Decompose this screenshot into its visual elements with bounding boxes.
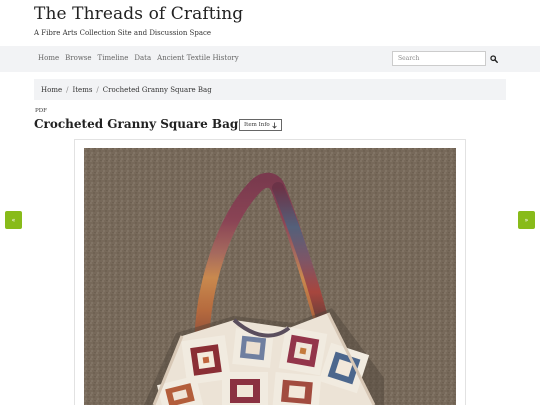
arrow-down-icon — [271, 122, 277, 129]
site-title[interactable]: The Threads of Crafting — [34, 4, 243, 24]
search-button[interactable] — [488, 52, 500, 65]
previous-item-button[interactable]: « — [5, 211, 22, 229]
item-info-button[interactable]: Item Info — [239, 119, 282, 131]
nav-item-data[interactable]: Data — [134, 54, 151, 62]
breadcrumb: Home / Items / Crocheted Granny Square B… — [34, 79, 506, 100]
breadcrumb-home[interactable]: Home — [41, 86, 62, 94]
breadcrumb-separator: / — [66, 85, 69, 94]
nav-item-browse[interactable]: Browse — [65, 54, 91, 62]
breadcrumb-separator: / — [96, 85, 99, 94]
item-photo — [84, 148, 456, 405]
breadcrumb-current: Crocheted Granny Square Bag — [102, 85, 212, 94]
crocheted-bag-image — [84, 148, 456, 405]
search-input[interactable] — [392, 51, 486, 66]
nav-item-timeline[interactable]: Timeline — [98, 54, 129, 62]
file-type-label: PDF — [35, 108, 47, 114]
search-icon — [490, 54, 498, 63]
nav-links: Home Browse Timeline Data Ancient Textil… — [38, 54, 239, 62]
nav-item-home[interactable]: Home — [38, 54, 59, 62]
nav-item-ancient-textile-history[interactable]: Ancient Textile History — [157, 54, 239, 62]
breadcrumb-items[interactable]: Items — [72, 86, 92, 94]
item-title: Crocheted Granny Square Bag — [34, 117, 239, 131]
site-tagline: A Fibre Arts Collection Site and Discuss… — [34, 29, 212, 37]
next-item-button[interactable]: » — [518, 211, 535, 229]
item-info-label: Item Info — [244, 122, 270, 128]
site-header: The Threads of Crafting A Fibre Arts Col… — [0, 0, 540, 46]
